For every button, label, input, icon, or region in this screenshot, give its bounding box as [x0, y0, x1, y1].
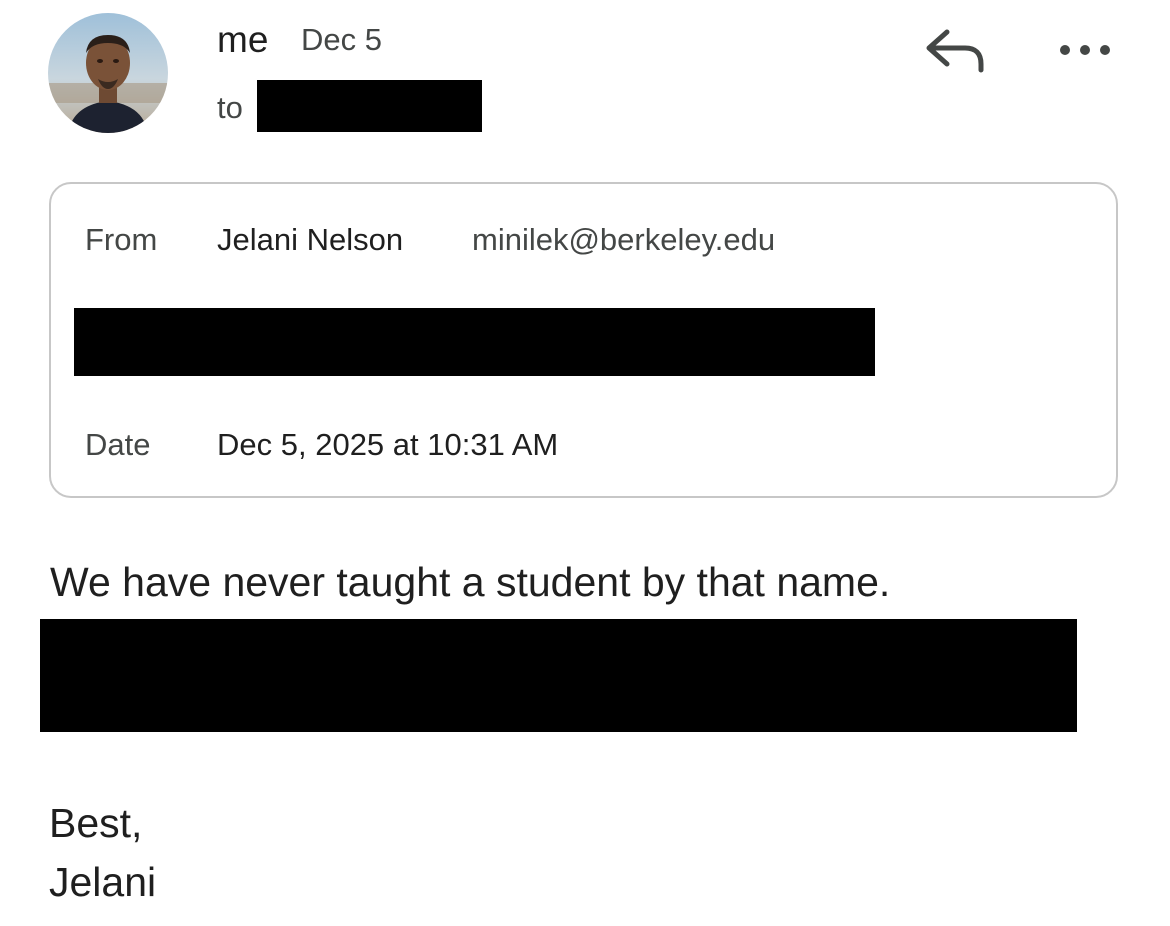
- from-name: Jelani Nelson: [217, 222, 404, 257]
- avatar-photo: [48, 13, 168, 133]
- sent-date: Dec 5: [301, 22, 382, 57]
- date-label: Date: [85, 427, 151, 462]
- redacted-message-text: [40, 619, 1077, 732]
- signature: Jelani: [49, 859, 157, 905]
- date-value: Dec 5, 2025 at 10:31 AM: [217, 427, 559, 462]
- from-label: From: [85, 222, 158, 257]
- recipient-label[interactable]: to: [217, 90, 243, 126]
- reply-button[interactable]: [921, 22, 987, 78]
- redacted-to-field: [74, 308, 875, 376]
- more-horizontal-icon: [1060, 45, 1110, 55]
- from-email[interactable]: minilek@berkeley.edu: [472, 222, 775, 258]
- reply-icon: [926, 29, 984, 73]
- sender-name: me: [217, 19, 269, 60]
- avatar[interactable]: [48, 13, 168, 133]
- more-options-button[interactable]: [1054, 30, 1116, 70]
- message-line: We have never taught a student by that n…: [50, 559, 891, 605]
- closing-line: Best,: [49, 800, 143, 846]
- redacted-recipient: [257, 80, 482, 132]
